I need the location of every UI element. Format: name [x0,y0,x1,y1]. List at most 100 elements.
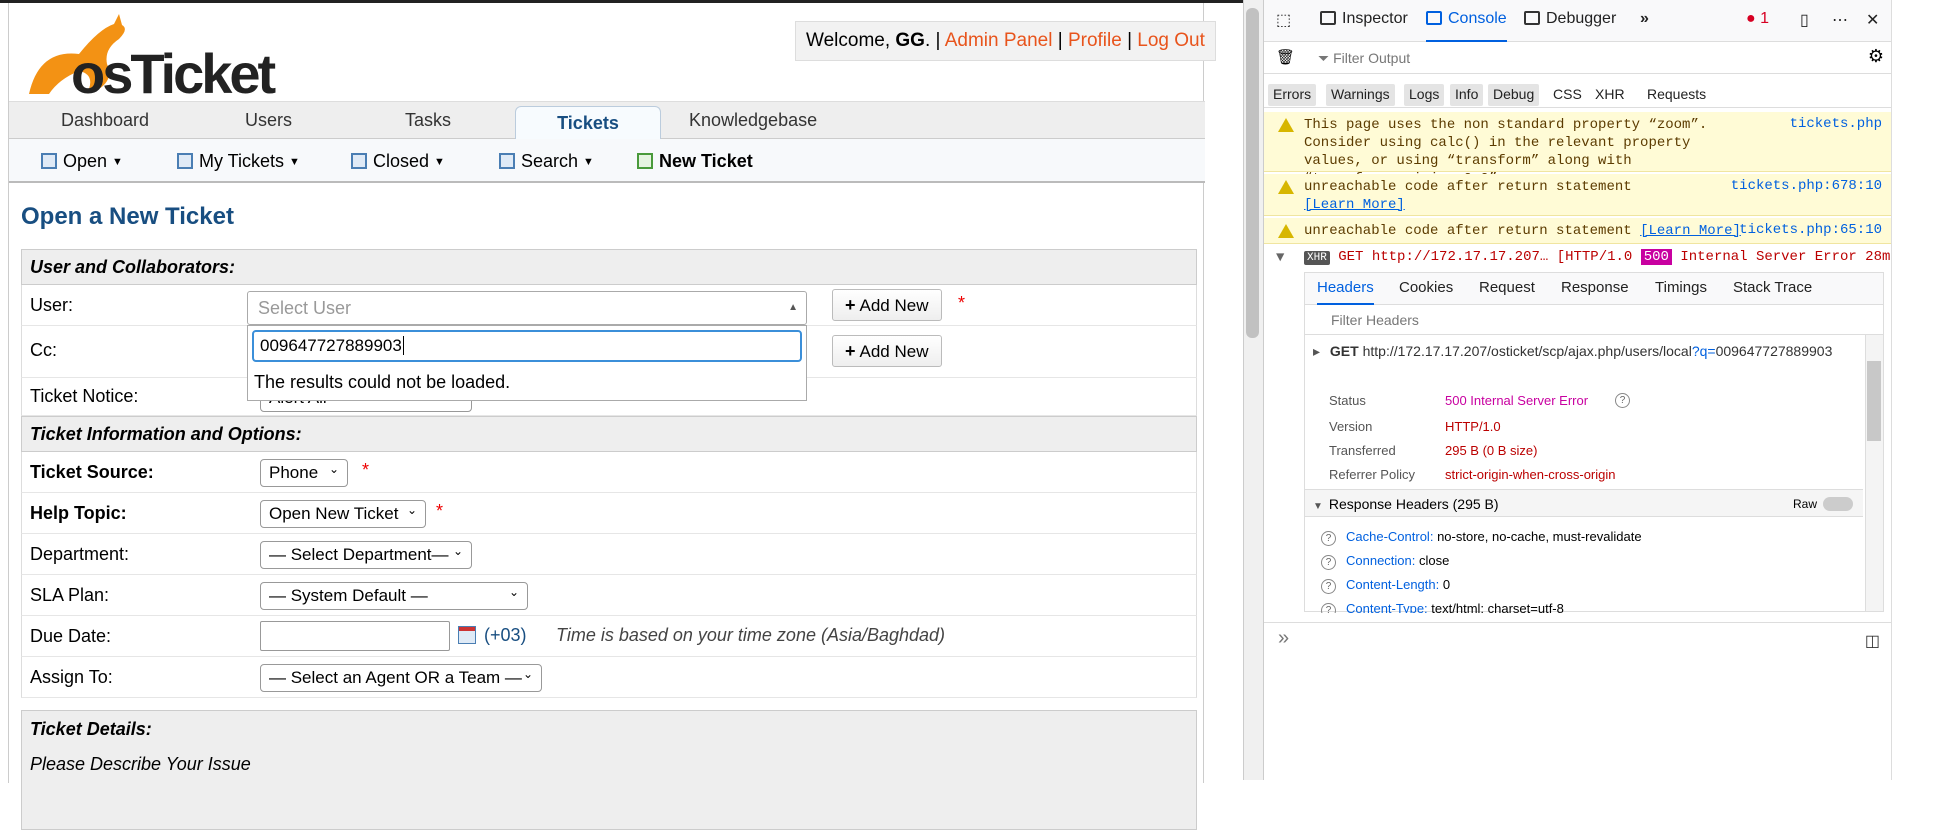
request-url-line[interactable]: ▸ GET http://172.17.17.207/osticket/scp/… [1313,343,1832,360]
tab-console[interactable]: Console [1426,10,1507,42]
assign-value: — Select an Agent OR a Team — [269,668,522,687]
inspector-icon [1320,11,1336,25]
request-url: http://172.17.17.207/osticket/scp/ajax.p… [1362,343,1692,359]
net-tab-response[interactable]: Response [1561,279,1629,296]
cat-css[interactable]: CSS [1548,84,1587,106]
cat-debug[interactable]: Debug [1488,84,1540,106]
details-scrollbar-thumb[interactable] [1867,361,1881,441]
error-count[interactable]: ● 1 [1746,10,1769,28]
cat-info[interactable]: Info [1450,84,1484,106]
filter-output-input[interactable]: ⏷ Filter Output [1318,50,1410,67]
element-picker-icon[interactable]: ⬚ [1276,10,1291,30]
xhr-url[interactable]: http://172.17.17.207… [1372,249,1548,265]
help-icon[interactable]: ? [1321,555,1336,570]
dept-label: Department: [30,544,130,564]
dept-select[interactable]: — Select Department— ⌄ [260,541,472,569]
profile-link[interactable]: Profile [1068,30,1122,51]
user-search-input[interactable]: 009647727889903 [252,330,802,362]
calendar-icon[interactable] [458,626,476,644]
source-select[interactable]: Phone ⌄ [260,459,348,487]
gear-icon[interactable]: ⚙ [1868,46,1884,67]
assign-select[interactable]: — Select an Agent OR a Team — ⌄ [260,664,542,692]
add-new-cc-button[interactable]: + Add New [832,335,942,367]
new-ticket-link[interactable]: New Ticket [637,151,753,172]
console-warning[interactable]: unreachable code after return statement … [1264,218,1892,244]
cat-errors[interactable]: Errors [1268,84,1317,106]
xhr-proto: [HTTP/1.0 [1556,249,1633,265]
describe-label: Please Describe Your Issue [30,754,251,774]
search-menu[interactable]: Search ▼ [499,151,594,172]
open-menu[interactable]: Open ▼ [41,151,123,172]
chevron-down-icon: ▼ [112,156,123,168]
chevron-down-icon: ⌄ [406,503,417,517]
tab-knowledgebase[interactable]: Knowledgebase [689,110,817,131]
cat-requests[interactable]: Requests [1642,84,1711,106]
more-tools-icon[interactable]: » [1640,10,1649,28]
tab-tasks[interactable]: Tasks [405,110,451,131]
closed-menu[interactable]: Closed ▼ [351,151,445,172]
raw-toggle[interactable] [1823,497,1853,511]
logout-link[interactable]: Log Out [1137,30,1205,51]
header-row: ? Content-Length: 0 [1321,577,1450,594]
header-value: 0 [1442,577,1451,592]
tab-debugger[interactable]: Debugger [1524,10,1616,28]
dock-icon[interactable]: ▯ [1800,10,1809,30]
console-categories: Errors Warnings Logs Info Debug CSS XHR … [1264,80,1892,108]
trash-icon[interactable]: 🗑 [1276,48,1295,66]
expanded-arrow-icon[interactable]: ▼ [1276,250,1284,266]
console-warning[interactable]: unreachable code after return statement … [1264,174,1892,216]
dept-value: — Select Department— [269,545,449,564]
menu-icon[interactable]: ⋯ [1832,10,1848,30]
sla-select[interactable]: — System Default — ⌄ [260,582,528,610]
topic-select[interactable]: Open New Ticket ⌄ [260,500,426,528]
due-date-input[interactable] [260,621,450,651]
help-icon[interactable]: ? [1615,393,1630,408]
tab-tickets[interactable]: Tickets [515,106,661,140]
response-headers-header[interactable]: ▼ Response Headers (295 B) Raw [1305,489,1863,517]
source-value: Phone [269,463,319,482]
warning-text-block: unreachable code after return statement … [1304,222,1744,240]
tab-dashboard[interactable]: Dashboard [61,110,149,131]
my-tickets-menu[interactable]: My Tickets ▼ [177,151,300,172]
close-icon[interactable]: ✕ [1866,10,1879,30]
tab-debugger-label: Debugger [1546,10,1617,27]
console-warning[interactable]: This page uses the non standard property… [1264,112,1892,187]
help-icon[interactable]: ? [1321,603,1336,613]
cat-logs[interactable]: Logs [1404,84,1445,106]
tab-users[interactable]: Users [245,110,292,131]
detail-key: Version [1329,419,1373,434]
net-tab-cookies[interactable]: Cookies [1399,279,1453,296]
warning-source[interactable]: tickets.php [1790,116,1882,132]
learn-more-link[interactable]: [Learn More] [1640,223,1741,239]
xhr-request-row[interactable]: ▼ XHR GET http://172.17.17.207… [HTTP/1.… [1264,246,1907,272]
net-tab-headers[interactable]: Headers [1317,279,1374,305]
filter-headers-input[interactable]: Filter Headers [1305,305,1883,335]
split-console-icon[interactable]: ◫ [1865,631,1880,651]
help-icon[interactable]: ? [1321,579,1336,594]
osticket-logo[interactable]: osTicket [19,9,279,105]
welcome-prefix: Welcome, [806,30,896,51]
welcome-user: GG [895,30,925,51]
page-scrollbar-thumb[interactable] [1246,8,1259,338]
tab-inspector[interactable]: Inspector [1320,10,1408,28]
learn-more-link[interactable]: [Learn More] [1304,197,1405,213]
console-input[interactable]: » ◫ [1264,622,1892,658]
closed-label: Closed [373,151,430,171]
chevron-down-icon: ▼ [583,156,594,168]
cat-xhr[interactable]: XHR [1590,84,1630,106]
request-url-value: 009647727889903 [1715,343,1833,359]
add-new-user-button[interactable]: + Add New [832,289,942,321]
warning-source[interactable]: tickets.php:65:10 [1739,222,1882,238]
net-tab-timings[interactable]: Timings [1655,279,1707,296]
cat-warnings[interactable]: Warnings [1326,84,1395,106]
help-icon[interactable]: ? [1321,531,1336,546]
due-label: Due Date: [30,626,112,646]
warning-text: unreachable code after return statement [1304,179,1632,195]
warning-source[interactable]: tickets.php:678:10 [1731,178,1882,194]
user-select[interactable]: Select User ▲ [247,291,807,325]
admin-panel-link[interactable]: Admin Panel [945,30,1053,51]
new-ticket-label: New Ticket [659,151,753,171]
net-tab-stack-trace[interactable]: Stack Trace [1733,279,1812,296]
net-tab-request[interactable]: Request [1479,279,1535,296]
